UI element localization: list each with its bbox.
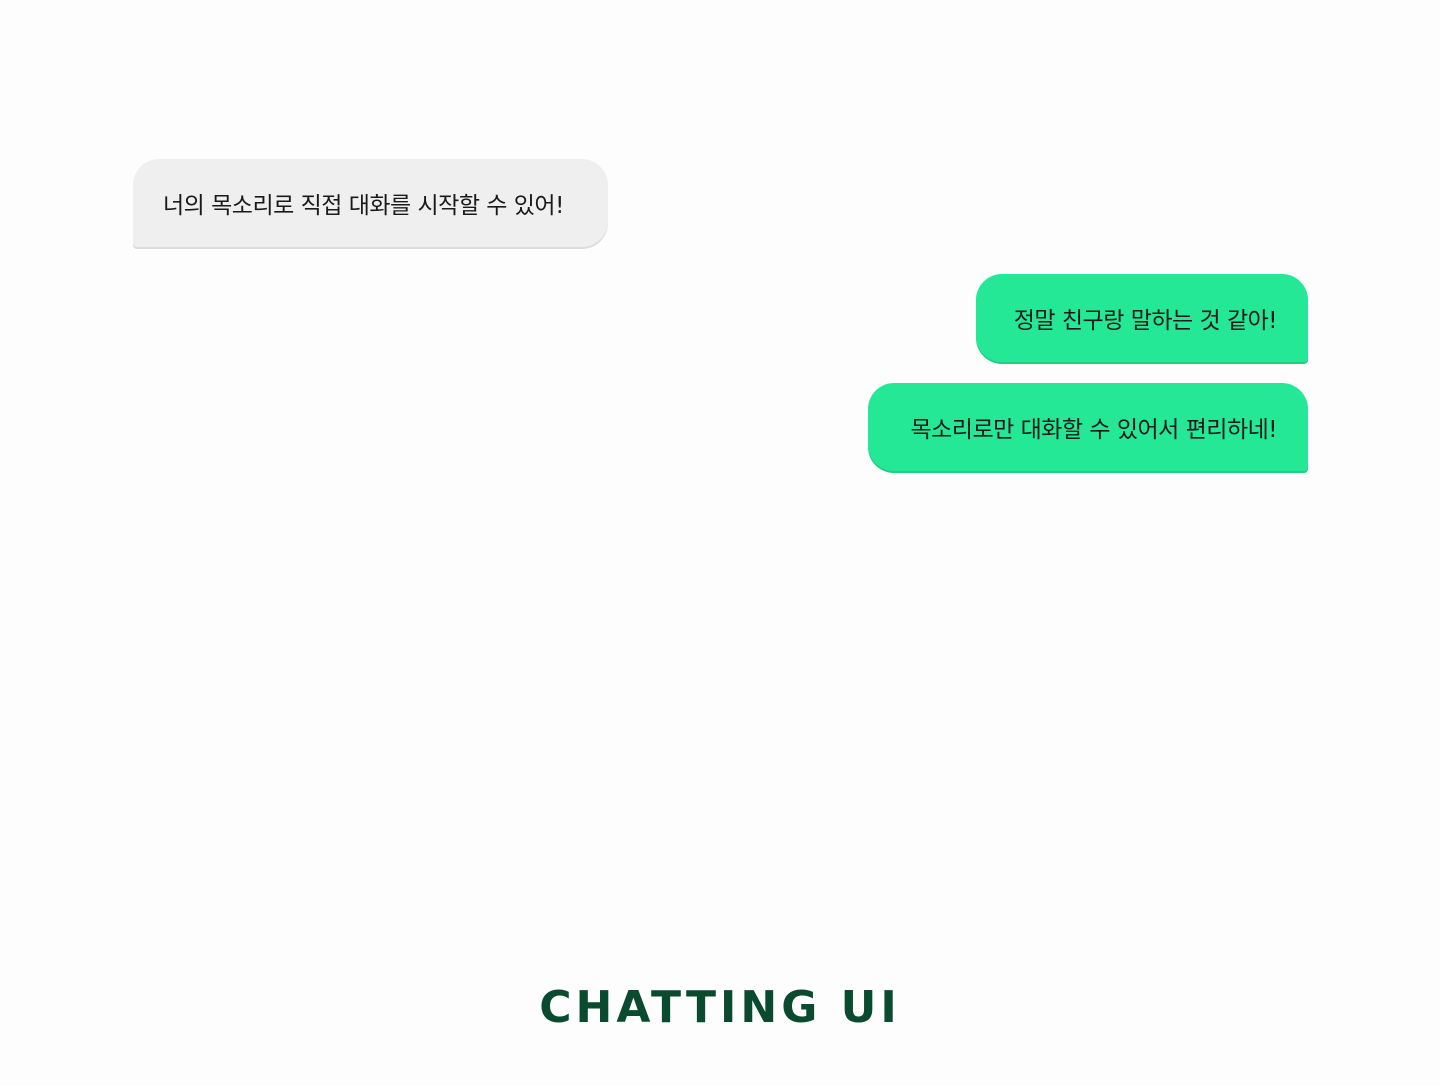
received-message-bubble[interactable]: 너의 목소리로 직접 대화를 시작할 수 있어! [133,159,608,247]
message-text: 목소리로만 대화할 수 있어서 편리하네! [910,417,1277,443]
message-text: 너의 목소리로 직접 대화를 시작할 수 있어! [163,193,564,219]
message-text: 정말 친구랑 말하는 것 같아! [1013,308,1278,334]
sent-message-bubble[interactable]: 정말 친구랑 말하는 것 같아! [976,274,1308,362]
brand-title: CHATTING UI [539,982,901,1033]
sent-message-bubble[interactable]: 목소리로만 대화할 수 있어서 편리하네! [868,383,1308,471]
chat-area: 너의 목소리로 직접 대화를 시작할 수 있어! 정말 친구랑 말하는 것 같아… [0,0,1440,940]
